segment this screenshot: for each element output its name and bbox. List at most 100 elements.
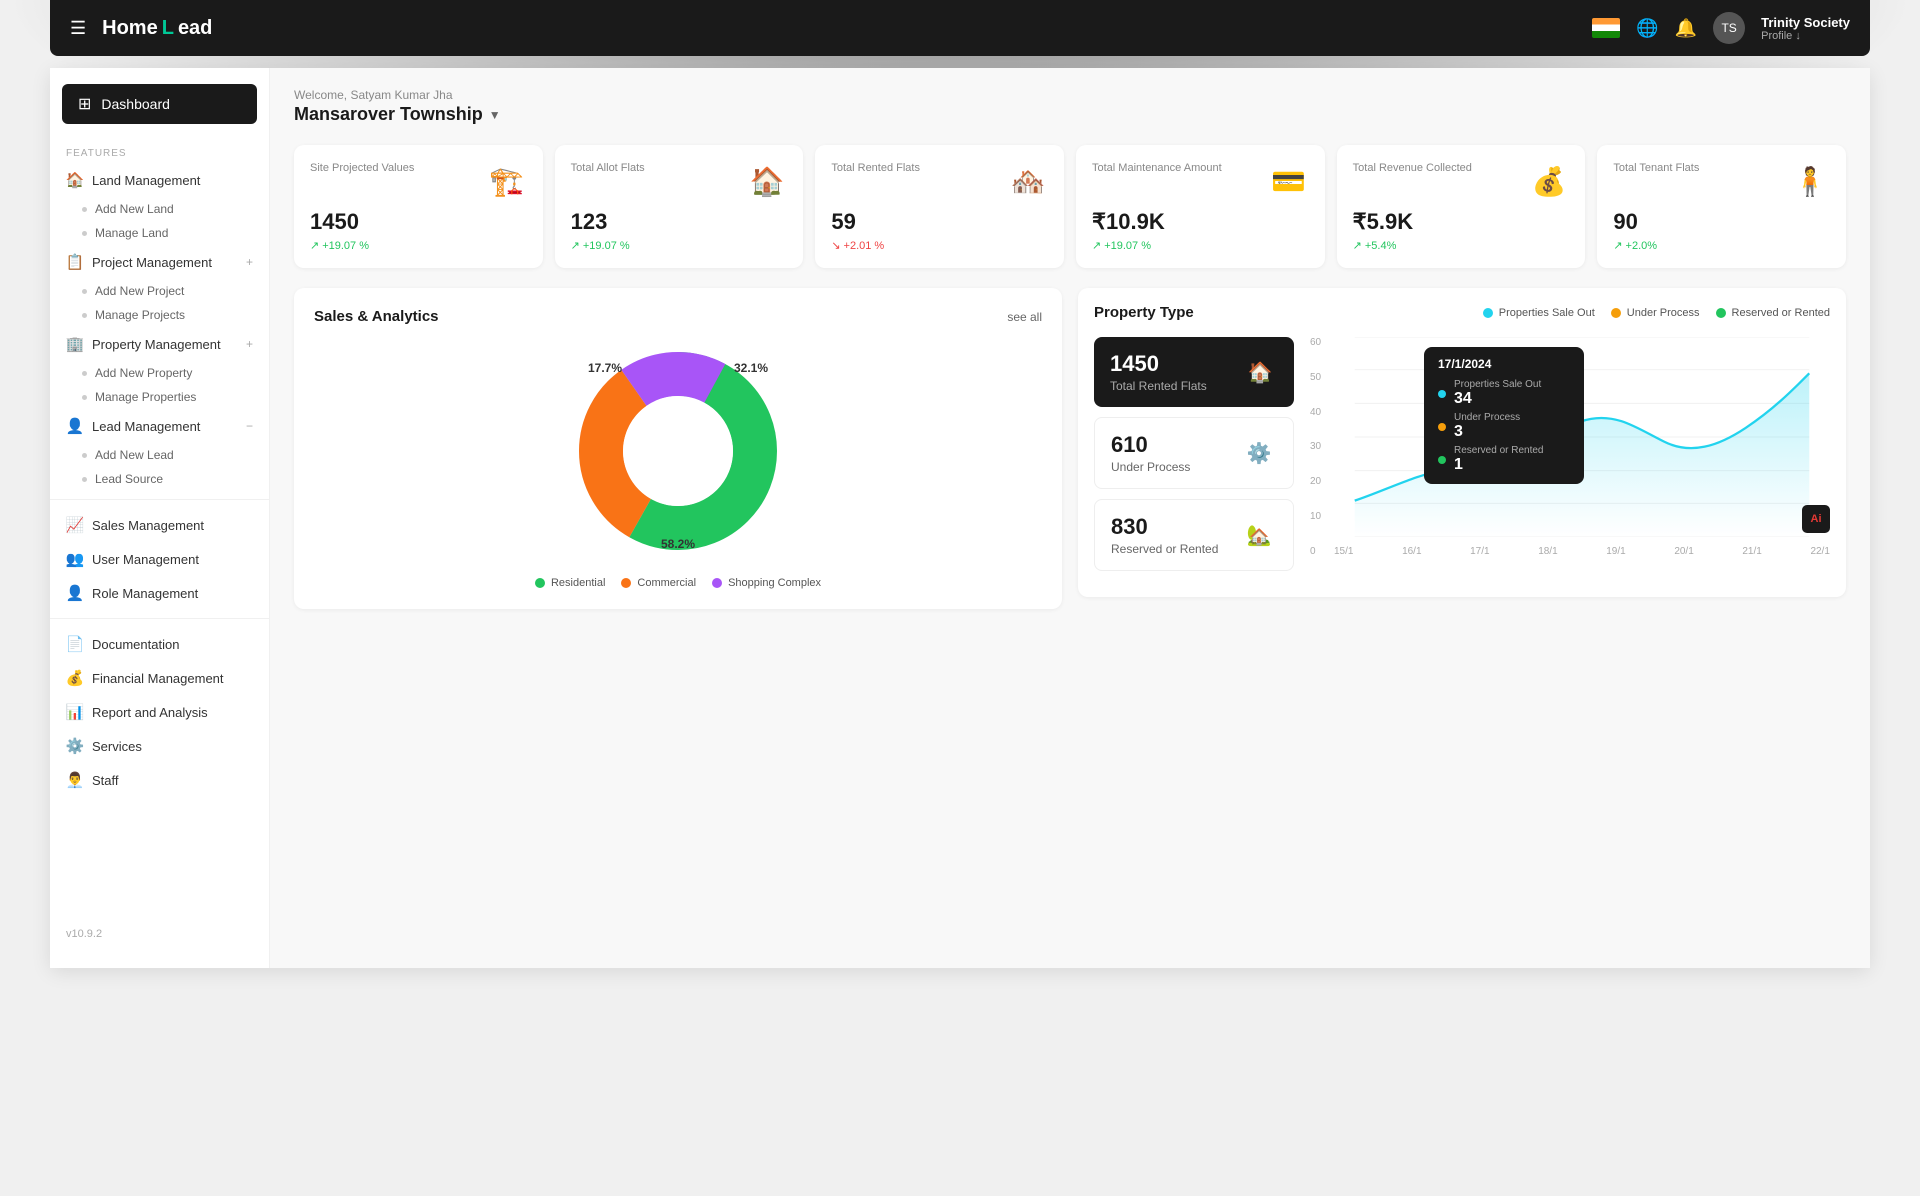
x-17: 17/1: [1470, 546, 1489, 557]
sidebar-item-project-management[interactable]: 📋 Project Management +: [50, 245, 269, 279]
tooltip-process-info: Under Process 3: [1454, 412, 1520, 441]
report-analysis-label: Report and Analysis: [92, 705, 208, 720]
property-type-header: Property Type Properties Sale Out Under …: [1094, 304, 1830, 321]
x-16: 16/1: [1402, 546, 1421, 557]
stats-grid: Site Projected Values 🏗️ 1450 ↗ +19.07 %…: [294, 145, 1846, 268]
under-process-value: 610: [1111, 432, 1190, 458]
stat-header: Total Tenant Flats 🧍: [1613, 161, 1830, 201]
sidebar-item-lead-source[interactable]: Lead Source: [50, 467, 269, 491]
staff-icon: 👨‍💼: [66, 771, 84, 789]
gear-house-icon: ⚙️: [1241, 435, 1277, 471]
land-management-label: Land Management: [92, 173, 200, 188]
sidebar-item-add-new-lead[interactable]: Add New Lead: [50, 443, 269, 467]
y-20: 20: [1310, 476, 1330, 487]
right-panels: Property Type Properties Sale Out Under …: [1078, 288, 1846, 609]
sidebar-item-manage-properties[interactable]: Manage Properties: [50, 385, 269, 409]
sidebar-item-manage-projects[interactable]: Manage Projects: [50, 303, 269, 327]
ai-icon[interactable]: Ai: [1802, 505, 1830, 533]
sidebar-item-sales-management[interactable]: 📈 Sales Management: [50, 508, 269, 542]
stat-label: Total Revenue Collected: [1353, 161, 1472, 175]
panel-header: Sales & Analytics see all: [314, 308, 1042, 325]
tooltip-reserved-info: Reserved or Rented 1: [1454, 445, 1544, 474]
sidebar-item-financial-management[interactable]: 💰 Financial Management: [50, 661, 269, 695]
line-chart-container: 60 50 40 30 20 10 0: [1310, 337, 1830, 581]
house-icon: 🏠: [1242, 354, 1278, 390]
sidebar-item-report-analysis[interactable]: 📊 Report and Analysis: [50, 695, 269, 729]
stat-icon: 🏗️: [487, 161, 527, 201]
sidebar-item-services[interactable]: ⚙️ Services: [50, 729, 269, 763]
lead-icon: 👤: [66, 417, 84, 435]
welcome-text: Welcome, Satyam Kumar Jha: [294, 88, 1846, 102]
add-new-project-label: Add New Project: [95, 284, 184, 298]
stat-header: Site Projected Values 🏗️: [310, 161, 527, 201]
tooltip-reserved-value: 1: [1454, 456, 1544, 474]
tooltip-row-sale: Properties Sale Out 34: [1438, 379, 1570, 408]
property-icon: 🏢: [66, 335, 84, 353]
reserved-label: Reserved or Rented: [1732, 307, 1830, 319]
y-axis: 60 50 40 30 20 10 0: [1310, 337, 1330, 557]
sidebar-item-add-new-land[interactable]: Add New Land: [50, 197, 269, 221]
sidebar-item-land-management[interactable]: 🏠 Land Management: [50, 163, 269, 197]
stat-label: Site Projected Values: [310, 161, 414, 175]
arrow-icon: ↗: [310, 239, 319, 252]
legend-under-process: Under Process: [1611, 307, 1700, 319]
x-19: 19/1: [1606, 546, 1625, 557]
property-type-title: Property Type: [1094, 304, 1194, 321]
society-name: Mansarover Township: [294, 104, 483, 125]
see-all-button[interactable]: see all: [1007, 310, 1042, 324]
arrow-icon: ↘: [831, 239, 840, 252]
shopping-label: Shopping Complex: [728, 577, 821, 589]
sidebar-item-add-new-project[interactable]: Add New Project: [50, 279, 269, 303]
tooltip-row-process: Under Process 3: [1438, 412, 1570, 441]
globe-icon[interactable]: 🌐: [1636, 18, 1658, 39]
total-rented-value: 1450: [1110, 351, 1207, 377]
stat-change: ↗ +5.4%: [1353, 239, 1570, 252]
sidebar-item-manage-land[interactable]: Manage Land: [50, 221, 269, 245]
x-18: 18/1: [1538, 546, 1557, 557]
tooltip-dot-process: [1438, 423, 1446, 431]
dashboard-button[interactable]: ⊞ Dashboard: [62, 84, 257, 124]
under-process-card: 610 Under Process ⚙️: [1094, 417, 1294, 489]
sub-dot: [82, 289, 87, 294]
under-process-left: 610 Under Process: [1111, 432, 1190, 474]
y-50: 50: [1310, 372, 1330, 383]
legend-commercial: Commercial: [621, 577, 696, 589]
main-layout: ⊞ Dashboard FEATURES 🏠 Land Management A…: [50, 68, 1870, 968]
sale-out-label: Properties Sale Out: [1499, 307, 1595, 319]
sidebar-item-documentation[interactable]: 📄 Documentation: [50, 627, 269, 661]
stat-value: 59: [831, 209, 1048, 235]
add-new-property-label: Add New Property: [95, 366, 192, 380]
reserved-left: 830 Reserved or Rented: [1111, 514, 1218, 556]
x-axis: 15/1 16/1 17/1 18/1 19/1 20/1 21/1 22/1: [1334, 546, 1830, 557]
sidebar-item-property-management[interactable]: 🏢 Property Management +: [50, 327, 269, 361]
sidebar-item-user-management[interactable]: 👥 User Management: [50, 542, 269, 576]
bell-icon[interactable]: 🔔: [1675, 18, 1697, 39]
reserved-house-icon: 🏡: [1241, 517, 1277, 553]
sidebar-item-add-new-property[interactable]: Add New Property: [50, 361, 269, 385]
change-value: +19.07 %: [583, 240, 630, 252]
avatar[interactable]: TS: [1713, 12, 1745, 44]
donut-chart: 17.7% 32.1% 58.2%: [568, 341, 788, 561]
sidebar-item-staff[interactable]: 👨‍💼 Staff: [50, 763, 269, 797]
change-value: +19.07 %: [1104, 240, 1151, 252]
sidebar-item-lead-management[interactable]: 👤 Lead Management −: [50, 409, 269, 443]
society-selector[interactable]: Mansarover Township ▼: [294, 104, 1846, 125]
arrow-icon: ↗: [1092, 239, 1101, 252]
arrow-icon: ↗: [1353, 239, 1362, 252]
stat-header: Total Maintenance Amount 💳: [1092, 161, 1309, 201]
stat-value: 90: [1613, 209, 1830, 235]
stat-card-3: Total Maintenance Amount 💳 ₹10.9K ↗ +19.…: [1076, 145, 1325, 268]
y-40: 40: [1310, 407, 1330, 418]
sub-dot: [82, 231, 87, 236]
flag-icon: [1592, 18, 1620, 38]
change-value: +5.4%: [1365, 240, 1397, 252]
menu-icon[interactable]: ☰: [70, 18, 86, 39]
stat-card-2: Total Rented Flats 🏘️ 59 ↘ +2.01 %: [815, 145, 1064, 268]
expand-icon: −: [246, 419, 253, 433]
shopping-dot: [712, 578, 722, 588]
logo-dot: L: [162, 17, 174, 40]
property-type-panel: Property Type Properties Sale Out Under …: [1078, 288, 1846, 597]
x-20: 20/1: [1674, 546, 1693, 557]
sidebar-item-role-management[interactable]: 👤 Role Management: [50, 576, 269, 610]
y-30: 30: [1310, 441, 1330, 452]
